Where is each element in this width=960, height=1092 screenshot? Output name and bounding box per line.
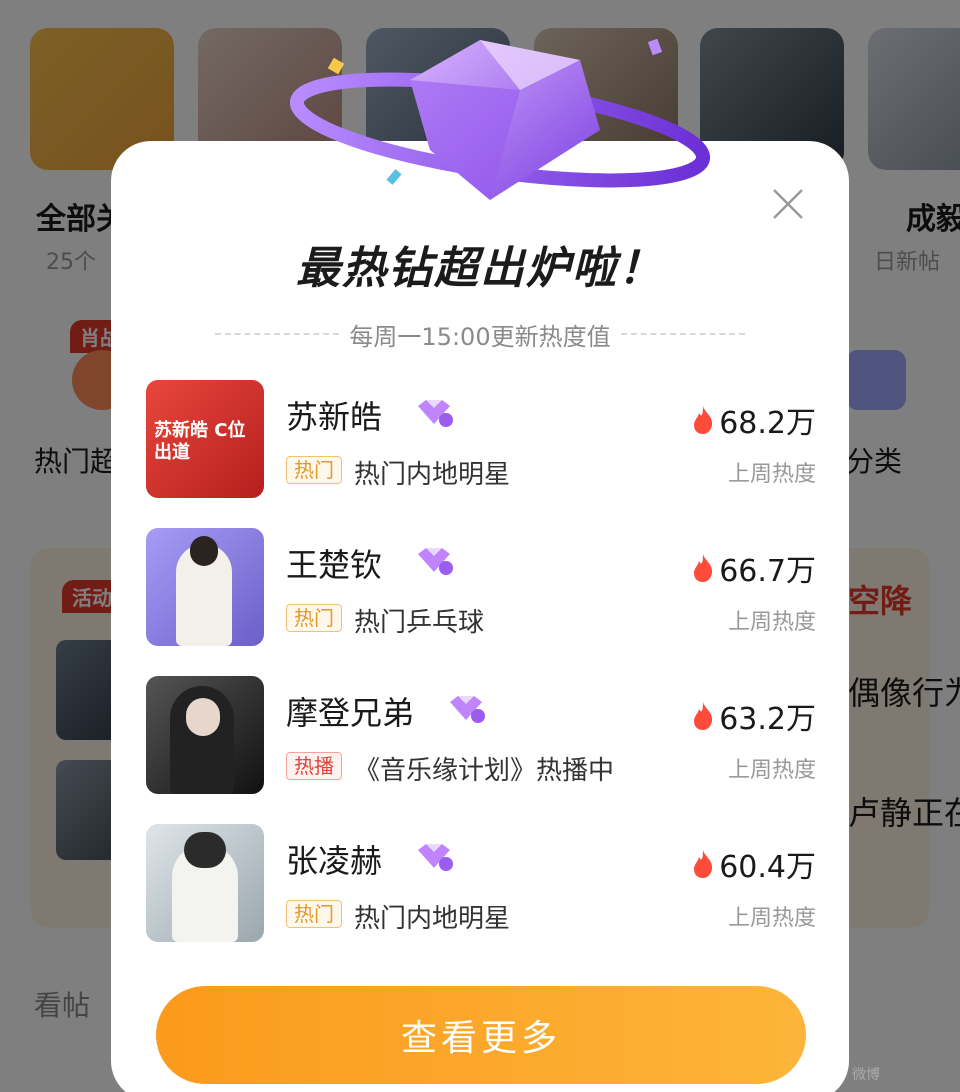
heat-label: 上周热度 — [727, 462, 816, 487]
subline-row: 每周一15:00更新热度值 — [215, 318, 746, 351]
heat-label: 上周热度 — [727, 906, 816, 931]
diamond-badge-icon — [450, 696, 485, 723]
diamond-badge-icon — [418, 548, 453, 575]
heat-value: 66.7万 — [719, 554, 816, 589]
dialog-headline: 最热钻超出炉啦！ — [296, 243, 664, 294]
avatar[interactable] — [146, 528, 264, 646]
diamond-planet-icon — [290, 38, 711, 200]
star-name[interactable]: 王楚钦 — [286, 540, 382, 586]
star-category: 热门内地明星 — [354, 460, 511, 490]
avatar-figure — [184, 832, 226, 868]
ranking-item[interactable]: 摩登兄弟 热播 《音乐缘计划》热播中 63.2万 上周热度 — [146, 676, 816, 824]
heat-value: 60.4万 — [719, 850, 816, 885]
star-category: 热门内地明星 — [354, 904, 511, 934]
heat-label: 上周热度 — [727, 610, 816, 635]
heat-value-group: 60.4万 — [691, 842, 816, 886]
view-more-button[interactable]: 查看更多 — [156, 986, 806, 1084]
ranking-item[interactable]: 苏新皓 C位出道 苏新皓 热门 热门内地明星 68.2万 上周热度 — [146, 380, 816, 528]
diamond-badge-icon — [418, 844, 453, 871]
ranking-item[interactable]: 张凌赫 热门 热门内地明星 60.4万 上周热度 — [146, 824, 816, 972]
tag-badge: 热播 — [286, 752, 342, 780]
avatar-caption: 苏新皓 C位出道 — [154, 420, 246, 463]
star-name[interactable]: 摩登兄弟 — [286, 688, 414, 734]
avatar[interactable] — [146, 676, 264, 794]
tag-badge: 热门 — [286, 456, 342, 484]
heat-value-group: 68.2万 — [691, 398, 816, 442]
flame-icon — [694, 554, 713, 582]
close-icon[interactable] — [770, 186, 806, 222]
avatar[interactable]: 苏新皓 C位出道 — [146, 380, 264, 498]
avatar[interactable] — [146, 824, 264, 942]
tag-badge: 热门 — [286, 900, 342, 928]
heat-value: 63.2万 — [719, 702, 816, 737]
flame-icon — [694, 702, 713, 730]
star-category: 热门乒乓球 — [354, 608, 485, 638]
heat-value: 68.2万 — [719, 406, 816, 441]
watermark: 微博 — [852, 1067, 880, 1083]
divider — [620, 333, 746, 335]
diamond-badge-icon — [418, 400, 453, 427]
ranking-list: 苏新皓 C位出道 苏新皓 热门 热门内地明星 68.2万 上周热度 王楚钦 热门… — [146, 380, 816, 972]
ranking-item[interactable]: 王楚钦 热门 热门乒乓球 66.7万 上周热度 — [146, 528, 816, 676]
star-name[interactable]: 张凌赫 — [286, 836, 382, 882]
flame-icon — [694, 406, 713, 434]
heat-value-group: 66.7万 — [691, 546, 816, 590]
avatar-figure — [186, 698, 220, 736]
tag-badge: 热门 — [286, 604, 342, 632]
update-note: 每周一15:00更新热度值 — [349, 322, 611, 351]
heat-label: 上周热度 — [727, 758, 816, 783]
divider — [215, 333, 340, 335]
star-category: 《音乐缘计划》热播中 — [354, 756, 615, 786]
flame-icon — [694, 850, 713, 878]
heat-value-group: 63.2万 — [691, 694, 816, 738]
star-name[interactable]: 苏新皓 — [286, 392, 382, 438]
avatar-figure — [190, 536, 218, 566]
